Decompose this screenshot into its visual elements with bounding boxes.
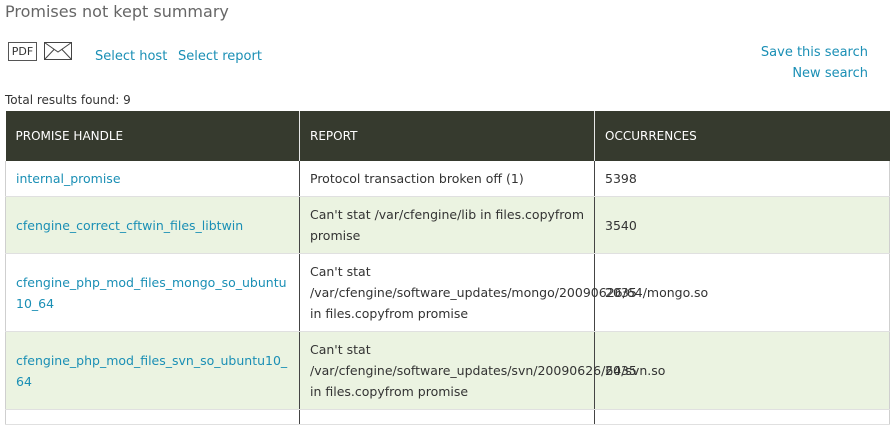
occurrences-cell: [594, 409, 890, 425]
promise-handle-link[interactable]: cfengine_php_mod_files_svn_so_ubuntu10_6…: [16, 353, 287, 389]
promise-handle-cell: cfengine_php_mod_files_svn_so_ubuntu10_6…: [5, 331, 300, 410]
new-search-link[interactable]: New search: [792, 66, 868, 81]
promise-handle-cell: cfengine_correct_cftwin_files_libtwin: [5, 196, 300, 254]
column-header-report[interactable]: REPORT: [299, 111, 595, 161]
promise-handle-link[interactable]: cfengine_php_mod_files_mongo_so_ubuntu10…: [16, 275, 287, 311]
pdf-icon[interactable]: PDF: [8, 42, 37, 61]
column-header-occurrences[interactable]: OCCURRENCES: [594, 111, 890, 161]
report-cell: Can't stat /var/cfengine/software_update…: [299, 331, 665, 410]
promise-handle-cell: internal_promise: [5, 161, 300, 197]
report-cell: Can't stat /var/cfengine/lib in files.co…: [299, 196, 595, 254]
report-cell: Protocol transaction broken off (1): [299, 161, 595, 197]
table-row: cfengine_correct_cftwin_files_libtwin Ca…: [5, 196, 890, 254]
table-row: cfengine_php_mod_files_svn_so_ubuntu10_6…: [5, 331, 890, 410]
table-header-row: PROMISE HANDLE REPORT OCCURRENCES: [5, 111, 890, 161]
column-header-promise-handle[interactable]: PROMISE HANDLE: [5, 111, 300, 161]
promise-handle-link[interactable]: cfengine_correct_cftwin_files_libtwin: [16, 218, 243, 233]
select-report-link[interactable]: Select report: [178, 49, 262, 64]
select-host-link[interactable]: Select host: [95, 49, 167, 64]
results-table: PROMISE HANDLE REPORT OCCURRENCES intern…: [5, 111, 890, 425]
report-cell: [299, 409, 595, 425]
table-row: internal_promise Protocol transaction br…: [5, 161, 890, 197]
results-count: Total results found: 9: [5, 93, 131, 107]
promise-handle-cell: cfengine_php_mod_files_mongo_so_ubuntu10…: [5, 253, 300, 332]
page-title: Promises not kept summary: [5, 2, 229, 21]
promise-handle-cell: [5, 409, 300, 425]
save-search-link[interactable]: Save this search: [761, 45, 868, 60]
occurrences-cell: 3540: [594, 196, 890, 254]
report-cell: Can't stat /var/cfengine/software_update…: [299, 253, 708, 332]
mail-icon[interactable]: [44, 42, 72, 60]
table-row: [5, 409, 890, 425]
occurrences-cell: 5398: [594, 161, 890, 197]
promise-handle-link[interactable]: internal_promise: [16, 171, 121, 186]
table-row: cfengine_php_mod_files_mongo_so_ubuntu10…: [5, 253, 890, 332]
